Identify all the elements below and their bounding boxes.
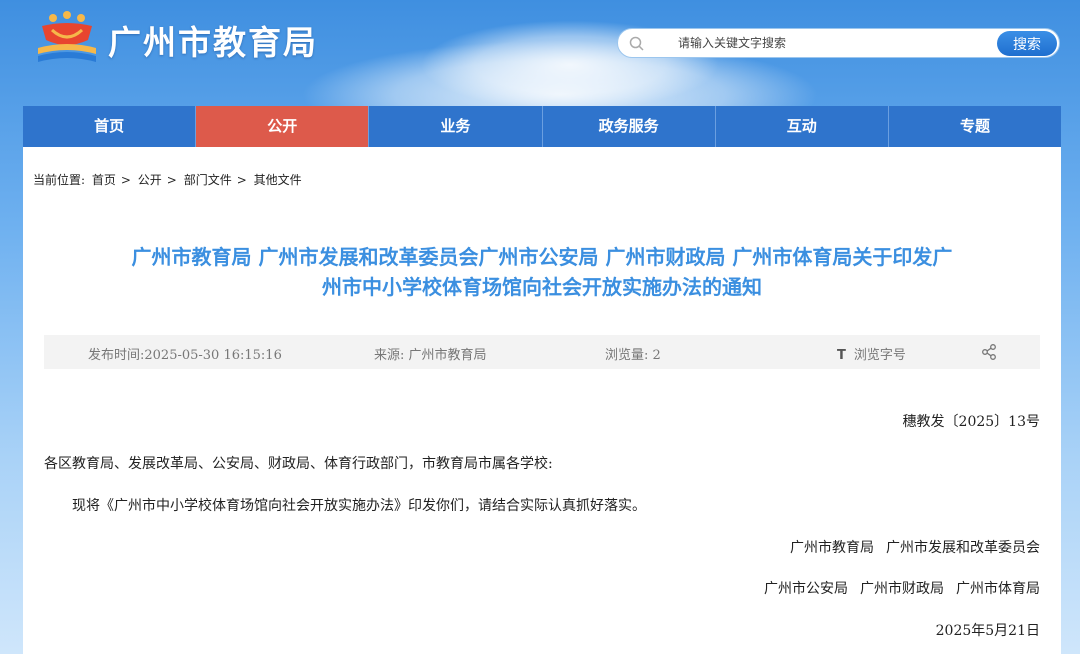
breadcrumb-separator: >	[120, 173, 131, 187]
font-size-control[interactable]: T 浏览字号	[837, 344, 906, 363]
breadcrumb-item-department-docs[interactable]: 部门文件	[184, 173, 232, 187]
breadcrumb-separator: >	[236, 173, 247, 187]
signatories-line-2: 广州市公安局 广州市财政局 广州市体育局	[764, 578, 1040, 598]
breadcrumb-item-other-docs[interactable]: 其他文件	[254, 173, 302, 187]
body-paragraph: 现将《广州市中小学校体育场馆向社会开放实施办法》印发你们，请结合实际认真抓好落实…	[72, 498, 646, 514]
nav-item-interaction[interactable]: 互动	[715, 106, 889, 147]
publish-time: 发布时间:2025-05-30 16:15:16	[88, 348, 282, 363]
education-bureau-logo-icon[interactable]	[34, 10, 100, 68]
search-button[interactable]: 搜索	[997, 31, 1057, 56]
article-source: 来源: 广州市教育局	[374, 348, 487, 363]
article-meta-bar: 发布时间:2025-05-30 16:15:16 来源: 广州市教育局 浏览量:…	[44, 335, 1040, 369]
nav-item-business[interactable]: 业务	[369, 106, 543, 147]
share-icon[interactable]	[980, 343, 998, 361]
signatory: 广州市发展和改革委员会	[886, 540, 1040, 556]
title-line-2: 州市中小学校体育场馆向社会开放实施办法的通知	[322, 275, 762, 299]
document-date: 2025年5月21日	[935, 623, 1040, 639]
main-content: 当前位置: 首页 > 公开 > 部门文件 > 其他文件 广州市教育局 广州市发展和改革…	[23, 147, 1061, 654]
title-line-1: 广州市教育局 广州市发展和改革委员会广州市公安局 广州市财政局 广州市体育局关于…	[131, 245, 953, 269]
nav-item-public[interactable]: 公开	[196, 106, 370, 147]
salutation: 各区教育局、发展改革局、公安局、财政局、体育行政部门，市教育局市属各学校:	[44, 456, 553, 472]
breadcrumb-item-public[interactable]: 公开	[138, 173, 162, 187]
search-icon	[629, 36, 644, 51]
breadcrumb-item-home[interactable]: 首页	[92, 173, 116, 187]
page-title: 广州市教育局 广州市发展和改革委员会广州市公安局 广州市财政局 广州市体育局关于…	[83, 242, 1001, 302]
search-input[interactable]	[678, 33, 988, 53]
nav-item-topics[interactable]: 专题	[888, 106, 1062, 147]
signatory: 广州市体育局	[956, 581, 1040, 597]
nav-item-government-services[interactable]: 政务服务	[542, 106, 716, 147]
breadcrumb: 当前位置: 首页 > 公开 > 部门文件 > 其他文件	[33, 171, 305, 188]
main-nav: 首页 公开 业务 政务服务 互动 专题	[23, 106, 1062, 147]
breadcrumb-separator: >	[166, 173, 177, 187]
signatory: 广州市公安局	[764, 581, 848, 597]
font-size-label: 浏览字号	[853, 348, 906, 363]
font-size-icon: T	[837, 348, 846, 363]
site-title[interactable]: 广州市教育局	[108, 16, 318, 64]
search-box: 搜索	[617, 28, 1060, 58]
signatories-line-1: 广州市教育局 广州市发展和改革委员会	[790, 537, 1040, 557]
nav-item-home[interactable]: 首页	[23, 106, 197, 147]
signatory: 广州市教育局	[790, 540, 874, 556]
site-header: 广州市教育局 搜索	[0, 0, 1080, 106]
view-count: 浏览量: 2	[605, 348, 661, 363]
signatory: 广州市财政局	[860, 581, 944, 597]
document-number: 穗教发〔2025〕13号	[902, 414, 1040, 430]
breadcrumb-prefix: 当前位置:	[33, 173, 86, 187]
